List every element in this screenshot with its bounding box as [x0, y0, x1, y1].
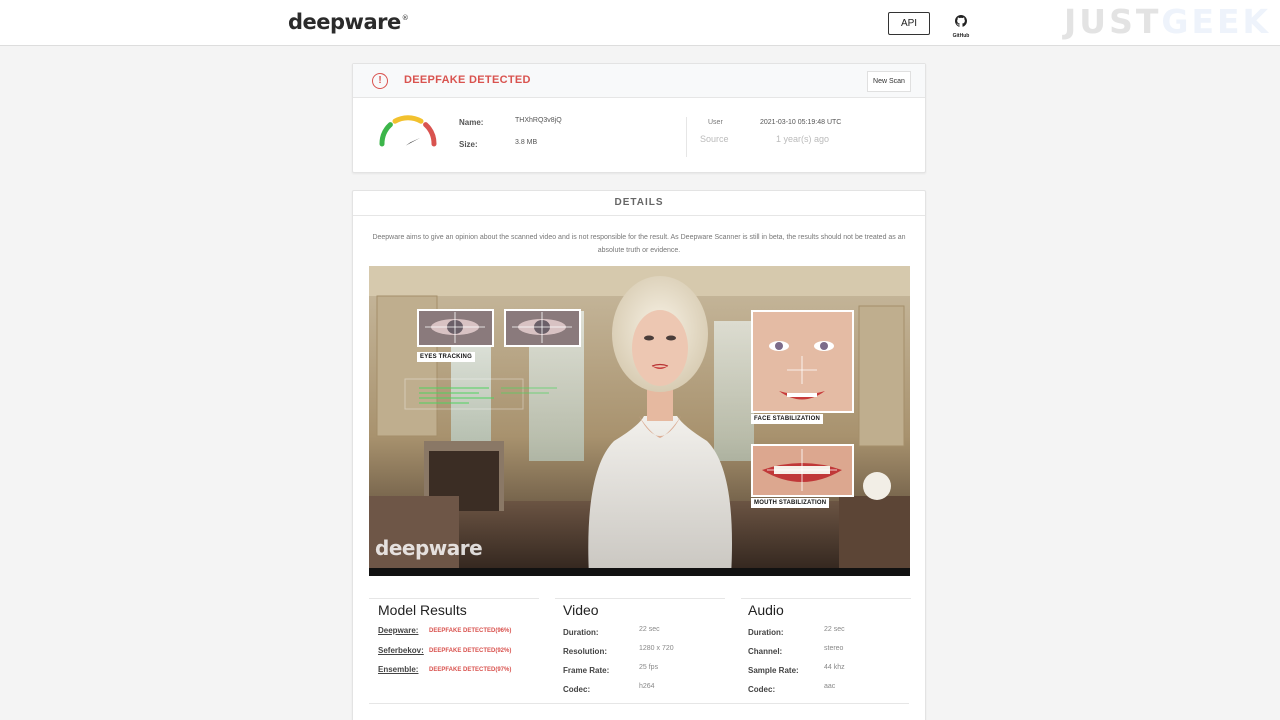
audio-codec-value: aac — [824, 683, 836, 690]
model-result-label-ensemble[interactable]: Ensemble: — [378, 665, 418, 674]
justgeek-watermark: JUSTGEEK — [1064, 2, 1272, 41]
audio-samplerate-label: Sample Rate: — [748, 666, 799, 675]
model-result-value-ensemble: DEEPFAKE DETECTED(97%) — [429, 667, 512, 673]
scan-timestamp: 2021-03-10 05:19:48 UTC — [760, 119, 842, 126]
audio-duration-label: Duration: — [748, 628, 784, 637]
top-navbar: deepware® API GitHub JUSTGEEK — [0, 0, 1280, 46]
user-label: User — [708, 119, 723, 126]
video-resolution-value: 1280 x 720 — [639, 645, 674, 652]
scan-summary-card: ! DEEPFAKE DETECTED New Scan Name: THXhR… — [352, 63, 926, 173]
mouth-stabilization-label: MOUTH STABILIZATION — [751, 498, 830, 508]
summary-header: ! DEEPFAKE DETECTED New Scan — [353, 64, 925, 98]
github-icon — [955, 15, 967, 27]
video-framerate-value: 25 fps — [639, 664, 659, 671]
audio-duration-value: 22 sec — [824, 626, 845, 633]
audio-title: Audio — [748, 602, 784, 618]
model-results-top-rule — [369, 598, 539, 599]
model-result-value-seferbekov: DEEPFAKE DETECTED(92%) — [429, 648, 512, 654]
source-label: Source — [700, 134, 729, 144]
alert-icon: ! — [372, 73, 388, 89]
deepware-logo[interactable]: deepware® — [288, 10, 409, 34]
details-title: DETAILS — [614, 197, 664, 208]
eyes-tracking-label: EYES TRACKING — [417, 352, 475, 362]
scene-deepware-logo: deepware — [375, 536, 483, 560]
risk-gauge-icon — [379, 115, 437, 147]
audio-samplerate-value: 44 khz — [824, 664, 845, 671]
model-results-title: Model Results — [378, 602, 467, 618]
size-label: Size: — [459, 140, 478, 149]
video-top-rule — [555, 598, 725, 599]
relative-time: 1 year(s) ago — [776, 134, 830, 144]
model-result-value-deepware: DEEPFAKE DETECTED(96%) — [429, 628, 512, 634]
mouth-crop — [751, 444, 854, 497]
details-title-divider — [353, 215, 925, 216]
details-card: DETAILS Deepware aims to give an opinion… — [352, 190, 926, 720]
video-duration-label: Duration: — [563, 628, 599, 637]
audio-channel-label: Channel: — [748, 647, 783, 656]
video-codec-label: Codec: — [563, 685, 591, 694]
model-result-label-deepware[interactable]: Deepware: — [378, 626, 418, 635]
face-stabilization-label: FACE STABILIZATION — [751, 414, 824, 424]
eye-right-crop — [504, 309, 581, 347]
new-scan-button[interactable]: New Scan — [867, 71, 911, 92]
video-duration-value: 22 sec — [639, 626, 660, 633]
audio-channel-value: stereo — [824, 645, 844, 652]
video-framerate-label: Frame Rate: — [563, 666, 610, 675]
eye-left-crop — [417, 309, 494, 347]
video-resolution-label: Resolution: — [563, 647, 607, 656]
gauge-needle — [405, 137, 421, 146]
scan-preview-image: EYES TRACKING FACE STABILIZATION MOUTH S… — [369, 266, 910, 576]
audio-codec-label: Codec: — [748, 685, 776, 694]
disclaimer-text: Deepware aims to give an opinion about t… — [372, 234, 906, 254]
github-label: GitHub — [952, 33, 970, 39]
face-crop — [751, 310, 854, 413]
video-title: Video — [563, 602, 599, 618]
audio-top-rule — [741, 598, 911, 599]
api-button[interactable]: API — [888, 12, 930, 35]
summary-divider — [686, 117, 687, 157]
name-value: THXhRQ3v8jQ — [515, 117, 562, 124]
detection-status: DEEPFAKE DETECTED — [404, 74, 531, 86]
size-value: 3.8 MB — [515, 139, 538, 146]
model-result-label-seferbekov[interactable]: Seferbekov: — [378, 646, 424, 655]
results-bottom-rule — [369, 703, 909, 704]
video-codec-value: h264 — [639, 683, 655, 690]
github-link[interactable]: GitHub — [948, 14, 974, 39]
name-label: Name: — [459, 118, 484, 127]
